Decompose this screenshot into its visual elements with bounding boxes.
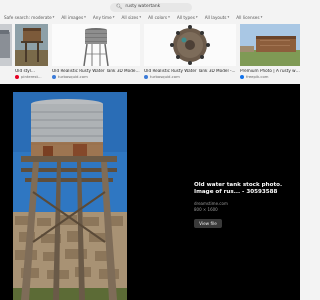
chevron-down-icon: ▾ xyxy=(260,15,263,20)
image-details: Old water tank stock photo. Image of rus… xyxy=(194,182,298,228)
thumbnail-title[interactable]: Old styl... xyxy=(15,69,48,74)
filter-sizes[interactable]: All sizes ▾ xyxy=(119,15,143,22)
search-bar[interactable]: 🔍︎ rusty watertank xyxy=(110,3,192,12)
filter-licenses[interactable]: All licenses ▾ xyxy=(234,15,264,22)
thumbnail-card[interactable]: Old Realistic Rusty Water Tank 3D Model … xyxy=(144,24,236,84)
top-bar: 🔍︎ rusty watertank xyxy=(0,0,300,14)
chevron-down-icon: ▾ xyxy=(84,15,86,20)
filter-images[interactable]: All images ▾ xyxy=(59,15,88,22)
filter-types[interactable]: All types ▾ xyxy=(175,15,200,22)
thumbnail-image[interactable] xyxy=(240,24,300,66)
image-source-site[interactable]: dreamstime.com xyxy=(194,201,298,206)
filter-label: All types xyxy=(176,14,195,20)
thumbnail-source: turbosquid.com xyxy=(52,75,140,79)
filter-label: All sizes xyxy=(121,14,139,20)
thumbnail-image[interactable] xyxy=(15,24,48,66)
freepik-icon xyxy=(240,74,244,79)
thumbnail-image[interactable] xyxy=(52,24,140,66)
chevron-down-icon: ▾ xyxy=(195,15,198,20)
chevron-down-icon: ▾ xyxy=(168,15,170,20)
thumbnail-card[interactable]: Old Realistic Rusty Water Tank 3D Model … xyxy=(52,24,140,84)
filter-safe-search[interactable]: Safe search: moderate ▾ xyxy=(2,15,56,22)
thumbnail-source: pinterest... xyxy=(15,75,48,79)
thumbnail-image[interactable] xyxy=(0,24,12,66)
image-title[interactable]: Old water tank stock photo. Image of rus… xyxy=(194,182,298,196)
thumbnail-title[interactable]: Old Realistic Rusty Water Tank 3D Model … xyxy=(144,69,236,74)
filter-label: Safe search: moderate xyxy=(4,14,52,20)
search-icon: 🔍︎ xyxy=(116,4,123,10)
chevron-down-icon: ▾ xyxy=(139,15,142,20)
image-viewer: Old water tank stock photo. Image of rus… xyxy=(0,84,300,300)
filter-label: All images xyxy=(61,14,84,20)
image-search-page: 🔍︎ rusty watertank Safe search: moderate… xyxy=(0,0,300,300)
filter-time[interactable]: Any time ▾ xyxy=(91,15,117,22)
thumbnail-card[interactable]: Old styl... pinterest... xyxy=(15,24,48,84)
pinterest-icon xyxy=(15,74,19,79)
thumbnail-card[interactable]: Premium Photo | A rusty water ta... free… xyxy=(240,24,300,84)
filter-label: All colors xyxy=(148,14,168,20)
thumbnail-strip: Old styl... pinterest... Old Realistic R… xyxy=(0,22,300,84)
source-label: freepik.com xyxy=(246,74,269,79)
image-dimensions: 800 × 1600 xyxy=(194,207,218,213)
filter-label: All licenses xyxy=(236,14,260,20)
source-label: pinterest... xyxy=(21,74,42,79)
filter-label: Any time xyxy=(92,14,112,20)
thumbnail-title[interactable]: Premium Photo | A rusty water ta... xyxy=(240,69,300,74)
thumbnail-source: freepik.com xyxy=(240,75,300,79)
filter-label: All layouts xyxy=(204,14,227,20)
thumbnail-source: turbosquid.com xyxy=(144,75,236,79)
filter-colors[interactable]: All colors ▾ xyxy=(146,15,172,22)
view-file-button[interactable]: View file xyxy=(194,218,222,228)
chevron-down-icon: ▾ xyxy=(52,15,55,20)
search-query[interactable]: rusty watertank xyxy=(125,4,160,9)
thumbnail-card[interactable] xyxy=(0,24,12,84)
preview-image[interactable] xyxy=(13,92,127,300)
chevron-down-icon: ▾ xyxy=(227,15,230,20)
filter-layouts[interactable]: All layouts ▾ xyxy=(203,15,232,22)
turbosquid-icon xyxy=(144,74,148,79)
source-label: turbosquid.com xyxy=(150,74,180,79)
source-label: turbosquid.com xyxy=(58,74,88,79)
turbosquid-icon xyxy=(52,74,56,79)
thumbnail-image[interactable] xyxy=(144,24,236,66)
thumbnail-title[interactable]: Old Realistic Rusty Water Tank 3D Model … xyxy=(52,69,140,74)
chevron-down-icon: ▾ xyxy=(112,15,115,20)
filter-row: Safe search: moderate ▾ All images ▾ Any t… xyxy=(2,14,298,22)
